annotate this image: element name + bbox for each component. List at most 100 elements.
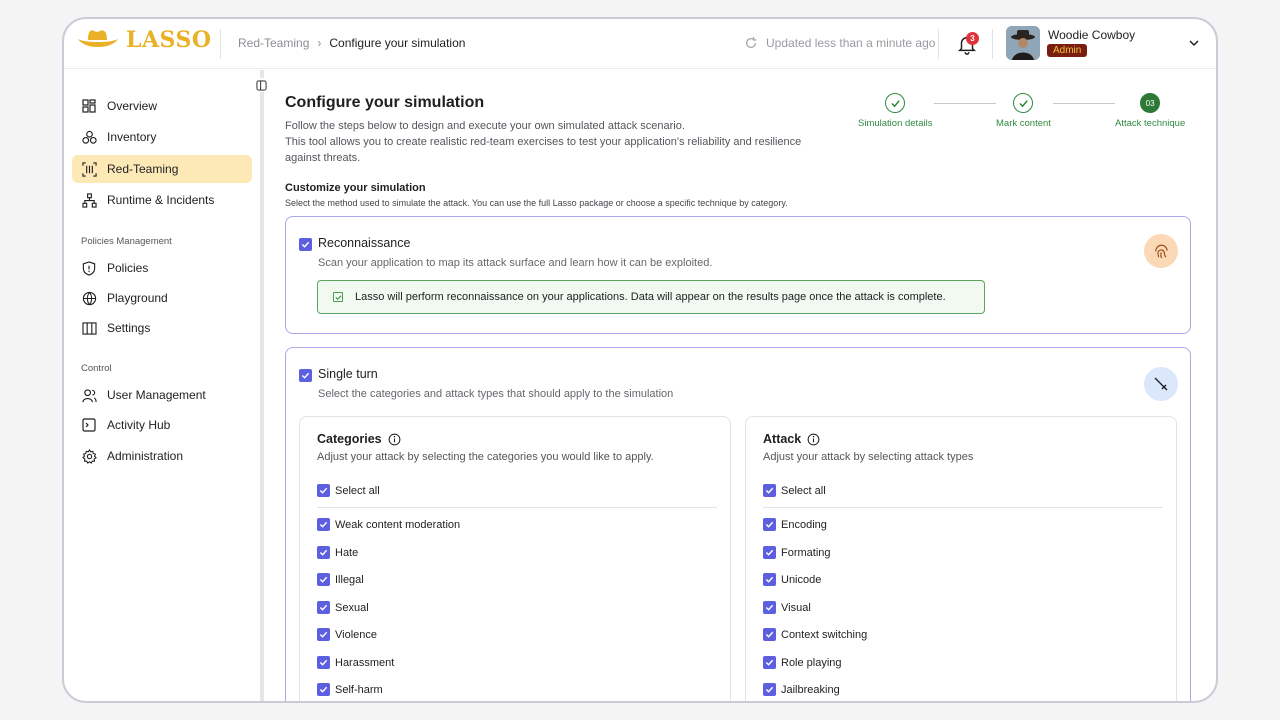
categories-description: Adjust your attack by selecting the cate… bbox=[317, 451, 654, 463]
checkbox-checked[interactable] bbox=[317, 601, 330, 614]
category-option[interactable]: Weak content moderation bbox=[317, 518, 460, 531]
progress-stepper: Simulation details Mark content 03 Attac… bbox=[854, 93, 1194, 133]
attack-select-all[interactable]: Select all bbox=[763, 484, 826, 497]
role-badge: Admin bbox=[1047, 44, 1088, 57]
collapse-sidebar-button[interactable] bbox=[254, 78, 268, 92]
category-option[interactable]: Self-harm bbox=[317, 683, 383, 696]
option-label: Harassment bbox=[335, 656, 395, 669]
checkbox-checked[interactable] bbox=[763, 683, 776, 696]
sidebar-item-label: Settings bbox=[107, 321, 151, 335]
breadcrumb-separator: › bbox=[317, 36, 322, 50]
sidebar-item-playground[interactable]: Playground bbox=[72, 284, 252, 312]
checkbox-checked[interactable] bbox=[317, 656, 330, 669]
categories-select-all[interactable]: Select all bbox=[317, 484, 380, 497]
single-turn-checkbox[interactable] bbox=[299, 369, 312, 382]
category-option[interactable]: Hate bbox=[317, 546, 358, 559]
sidebar-item-runtime-incidents[interactable]: Runtime & Incidents bbox=[72, 186, 252, 214]
checkbox-checked[interactable] bbox=[763, 628, 776, 641]
step-label: Simulation details bbox=[858, 118, 933, 129]
attack-option[interactable]: Unicode bbox=[763, 573, 821, 586]
option-label: Violence bbox=[335, 628, 377, 641]
sidebar-scrollbar[interactable] bbox=[260, 70, 264, 701]
header-divider bbox=[992, 29, 993, 59]
brand-name: LASSO bbox=[126, 27, 212, 53]
category-option[interactable]: Violence bbox=[317, 628, 377, 641]
checkbox-checked[interactable] bbox=[317, 546, 330, 559]
option-label: Jailbreaking bbox=[781, 683, 840, 696]
section-control: Control bbox=[81, 363, 112, 374]
sidebar-item-red-teaming[interactable]: Red-Teaming bbox=[72, 155, 252, 183]
step-attack-technique[interactable]: 03 Attack technique bbox=[1115, 93, 1185, 129]
attack-option[interactable]: Visual bbox=[763, 601, 811, 614]
header-divider bbox=[220, 29, 221, 59]
category-option[interactable]: Harassment bbox=[317, 656, 394, 669]
page-description-line: Follow the steps below to design and exe… bbox=[285, 120, 685, 132]
checkbox-checked[interactable] bbox=[317, 573, 330, 586]
attack-option[interactable]: Formating bbox=[763, 546, 831, 559]
single-turn-card[interactable]: Single turn Select the categories and at… bbox=[285, 347, 1191, 701]
refresh-icon[interactable] bbox=[744, 36, 758, 50]
checkbox-checked[interactable] bbox=[763, 546, 776, 559]
app-window: LASSO Red-Teaming › Configure your simul… bbox=[62, 17, 1218, 703]
sidebar-item-user-management[interactable]: User Management bbox=[72, 381, 252, 409]
step-connector bbox=[934, 103, 996, 104]
attack-option[interactable]: Role playing bbox=[763, 656, 842, 669]
checkbox-checked[interactable] bbox=[317, 518, 330, 531]
attack-option[interactable]: Jailbreaking bbox=[763, 683, 840, 696]
gear-icon bbox=[81, 448, 97, 464]
check-icon bbox=[301, 241, 310, 248]
checkbox-checked[interactable] bbox=[763, 518, 776, 531]
info-icon[interactable] bbox=[388, 433, 401, 446]
option-label: Context switching bbox=[781, 628, 868, 641]
attack-option[interactable]: Context switching bbox=[763, 628, 867, 641]
step-label: Mark content bbox=[996, 118, 1051, 129]
cubes-icon bbox=[81, 129, 97, 145]
section-policies-management: Policies Management bbox=[81, 236, 172, 247]
step-mark-content[interactable]: Mark content bbox=[996, 93, 1051, 129]
attack-option[interactable]: Encoding bbox=[763, 518, 827, 531]
category-option[interactable]: Sexual bbox=[317, 601, 369, 614]
sidebar-item-policies[interactable]: Policies bbox=[72, 254, 252, 282]
step-simulation-details[interactable]: Simulation details bbox=[858, 93, 932, 129]
top-header: LASSO Red-Teaming › Configure your simul… bbox=[64, 19, 1216, 69]
user-name: Woodie Cowboy bbox=[1048, 28, 1136, 42]
sidebar-item-label: Red-Teaming bbox=[107, 162, 179, 176]
checkbox-checked[interactable] bbox=[317, 683, 330, 696]
step-label: Attack technique bbox=[1115, 118, 1186, 129]
sidebar-item-administration[interactable]: Administration bbox=[72, 442, 252, 470]
option-label: Encoding bbox=[781, 518, 827, 531]
panel-divider bbox=[317, 507, 717, 508]
page-description: Follow the steps below to design and exe… bbox=[285, 118, 825, 166]
attack-title: Attack bbox=[763, 432, 820, 446]
checkbox-checked[interactable] bbox=[763, 656, 776, 669]
sidebar-item-overview[interactable]: Overview bbox=[72, 92, 252, 120]
lasso-logo[interactable]: LASSO bbox=[76, 27, 212, 53]
sidebar-item-activity-hub[interactable]: Activity Hub bbox=[72, 411, 252, 439]
sword-icon bbox=[1144, 367, 1178, 401]
category-option[interactable]: Illegal bbox=[317, 573, 364, 586]
updated-status: Updated less than a minute ago bbox=[744, 36, 935, 50]
option-label: Select all bbox=[335, 484, 380, 497]
option-label: Select all bbox=[781, 484, 826, 497]
check-icon bbox=[301, 372, 310, 379]
check-icon bbox=[1019, 99, 1028, 107]
checkbox-checked[interactable] bbox=[317, 628, 330, 641]
checkbox-checked[interactable] bbox=[317, 484, 330, 497]
step-connector bbox=[1053, 103, 1115, 104]
option-label: Illegal bbox=[335, 573, 364, 586]
categories-title-text: Categories bbox=[317, 432, 382, 446]
sidebar-item-settings[interactable]: Settings bbox=[72, 314, 252, 342]
checkbox-checked[interactable] bbox=[763, 573, 776, 586]
shield-icon bbox=[81, 260, 97, 276]
reconnaissance-card[interactable]: Reconnaissance Scan your application to … bbox=[285, 216, 1191, 334]
breadcrumb-parent-link[interactable]: Red-Teaming bbox=[238, 36, 309, 50]
reconnaissance-description: Scan your application to map its attack … bbox=[318, 257, 713, 269]
checkbox-checked[interactable] bbox=[763, 601, 776, 614]
checkbox-checked[interactable] bbox=[763, 484, 776, 497]
avatar[interactable] bbox=[1006, 26, 1040, 60]
reconnaissance-checkbox[interactable] bbox=[299, 238, 312, 251]
chevron-down-icon[interactable] bbox=[1188, 37, 1200, 49]
option-label: Hate bbox=[335, 546, 359, 559]
info-icon[interactable] bbox=[807, 433, 820, 446]
sidebar-item-inventory[interactable]: Inventory bbox=[72, 123, 252, 151]
